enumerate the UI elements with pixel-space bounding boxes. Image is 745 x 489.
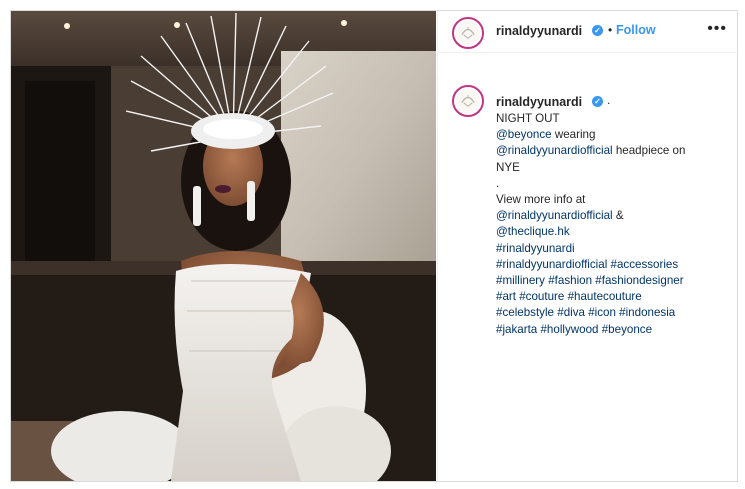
avatar-logo-icon: [455, 88, 481, 114]
hashtag-link[interactable]: #icon: [588, 306, 616, 319]
caption-text-segment: .: [496, 176, 500, 190]
caption-line: @rinaldyyunardiofficial &: [496, 208, 732, 224]
hashtag-link[interactable]: #couture: [519, 290, 564, 303]
hashtag-link[interactable]: #diva: [557, 306, 585, 319]
caption-line: NYE: [496, 160, 732, 176]
hashtag-link[interactable]: #beyonce: [602, 323, 652, 336]
hashtag-link[interactable]: #hollywood: [540, 323, 598, 336]
mention-link[interactable]: @beyonce: [496, 128, 552, 141]
header-separator: •: [608, 23, 613, 37]
caption-text-segment: NYE: [496, 160, 520, 174]
header-username[interactable]: rinaldyyunardi: [496, 24, 582, 38]
instagram-post: rinaldyyunardi ✓ • Follow ••• rinaldyyun…: [10, 10, 739, 482]
caption-text-segment: View more info at: [496, 193, 586, 207]
post-sidebar: rinaldyyunardi ✓ • Follow ••• rinaldyyun…: [437, 11, 739, 481]
post-photo-illustration: [11, 11, 436, 481]
more-options-icon[interactable]: •••: [707, 20, 727, 38]
verified-badge-icon: ✓: [592, 96, 603, 107]
caption-line: NIGHT OUT: [496, 111, 732, 127]
hashtag-link[interactable]: #art: [496, 290, 516, 303]
caption-text-segment: NIGHT OUT: [496, 112, 560, 125]
profile-avatar[interactable]: [452, 17, 484, 49]
hashtag-link[interactable]: #fashiondesigner: [595, 274, 683, 287]
post-header: rinaldyyunardi ✓ • Follow •••: [438, 11, 739, 53]
caption-line: View more info at: [496, 192, 732, 208]
caption-line: #jakarta #hollywood #beyonce: [496, 322, 732, 338]
hashtag-link[interactable]: #millinery: [496, 274, 545, 287]
hashtag-link[interactable]: #jakarta: [496, 323, 537, 336]
caption-text-segment: headpiece on: [612, 144, 686, 158]
follow-button[interactable]: Follow: [616, 23, 656, 37]
hashtag-link[interactable]: #indonesia: [619, 306, 675, 319]
caption-line: #rinaldyyunardi: [496, 241, 732, 257]
caption-line: .: [496, 176, 732, 192]
caption-line: @theclique.hk: [496, 224, 732, 240]
caption-line: #rinaldyyunardiofficial #accessories: [496, 257, 732, 273]
hashtag-link[interactable]: #rinaldyyunardiofficial: [496, 258, 607, 271]
caption-line: #art #couture #hautecouture: [496, 289, 732, 305]
mention-link[interactable]: @rinaldyyunardiofficial: [496, 144, 613, 157]
verified-badge-icon: ✓: [592, 25, 603, 36]
hashtag-link[interactable]: #fashion: [548, 274, 592, 287]
hashtag-link[interactable]: #accessories: [611, 258, 679, 271]
caption-username[interactable]: rinaldyyunardi: [496, 95, 582, 109]
mention-link[interactable]: @rinaldyyunardiofficial: [496, 209, 613, 222]
caption-text-segment: &: [612, 209, 624, 223]
hashtag-link[interactable]: #hautecouture: [568, 290, 642, 303]
caption-line: @beyonce wearing: [496, 127, 732, 143]
caption-text: NIGHT OUT @beyonce wearing @rinaldyyunardi…: [496, 111, 732, 338]
post-photo[interactable]: [11, 11, 436, 481]
caption-text-segment: wearing: [551, 128, 596, 142]
caption-line: #celebstyle #diva #icon #indonesia: [496, 305, 732, 321]
caption-line: #millinery #fashion #fashiondesigner: [496, 273, 732, 289]
avatar-logo-icon: [455, 20, 481, 46]
caption-line: @rinaldyyunardiofficial headpiece on: [496, 143, 732, 159]
mention-link[interactable]: @theclique.hk: [496, 225, 570, 238]
hashtag-link[interactable]: #celebstyle: [496, 306, 554, 319]
caption-avatar[interactable]: [452, 85, 484, 117]
hashtag-link[interactable]: #rinaldyyunardi: [496, 242, 575, 255]
caption-separator: .: [607, 93, 611, 107]
